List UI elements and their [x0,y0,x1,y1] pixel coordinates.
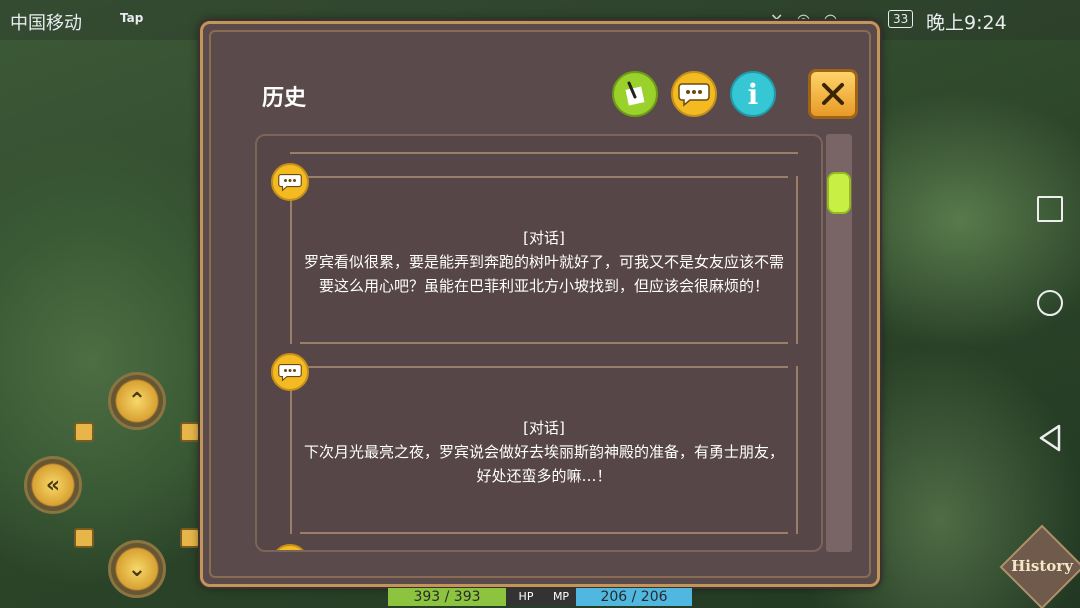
dpad-corner-icon [74,528,94,548]
battery-indicator: 33 [888,10,914,28]
home-icon[interactable] [1037,290,1063,316]
dpad-corner-icon [180,528,200,548]
mp-label: MP [546,588,576,606]
recent-apps-icon[interactable] [1037,196,1063,222]
history-list[interactable]: [对话] 罗宾看似很累，要是能弄到奔跑的树叶就好了，可我又不是女友应该不需要这么… [255,134,823,552]
move-down-button[interactable]: ⌄ [108,540,166,598]
dpad-corner-icon [180,422,200,442]
close-button[interactable] [808,69,858,119]
list-scrollbar[interactable] [826,134,852,552]
clock: 晚上9:24 [926,12,1007,34]
list-top-ornament [290,136,798,154]
dialogue-filter-button[interactable] [671,71,717,117]
entry-type: [对话] [523,229,565,247]
history-label: History [1011,557,1073,575]
dialog-title: 历史 [262,86,307,111]
scrollbar-thumb[interactable] [827,172,851,214]
dpad-corner-icon [74,422,94,442]
entry-text: 罗宾看似很累，要是能弄到奔跑的树叶就好了，可我又不是女友应该不需要这么用心吧？虽… [303,253,784,295]
move-left-button[interactable]: « [24,456,82,514]
android-nav-bar [1020,40,1080,608]
info-filter-button[interactable]: i [730,71,776,117]
tap-label: Tap [120,11,144,25]
history-dialog: 历史 i [对话] 罗宾看似很累，要是能弄到奔跑的树叶就好了，可我又不是女友应该… [200,21,880,587]
note-filter-button[interactable] [612,71,658,117]
hp-value: 393 / 393 [388,588,506,606]
mp-value: 206 / 206 [576,588,692,606]
entry-text: 下次月光最亮之夜，罗宾说会做好去埃丽斯韵神殿的准备，有勇士朋友，好处还蛮多的嘛…… [303,443,784,485]
info-icon: i [747,77,759,111]
chat-bubble-icon [271,544,309,550]
chat-bubble-icon [678,83,710,107]
note-icon [625,81,645,106]
history-button[interactable]: History [999,524,1080,608]
entry-type: [对话] [523,419,565,437]
history-entry: [对话] 罗宾看似很累，要是能弄到奔跑的树叶就好了，可我又不是女友应该不需要这么… [290,176,798,344]
close-x-icon [822,83,844,105]
carrier-name: 中国移动 [10,13,82,34]
back-icon[interactable] [1037,424,1063,452]
history-entry: [对话] 下次月光最亮之夜，罗宾说会做好去埃丽斯韵神殿的准备，有勇士朋友，好处还… [290,366,798,534]
chat-bubble-icon [271,353,309,391]
move-up-button[interactable]: ⌃ [108,372,166,430]
player-stats-bar: 393 / 393 HP MP 206 / 206 [388,586,692,608]
chat-bubble-icon [271,163,309,201]
hp-label: HP [506,588,546,606]
